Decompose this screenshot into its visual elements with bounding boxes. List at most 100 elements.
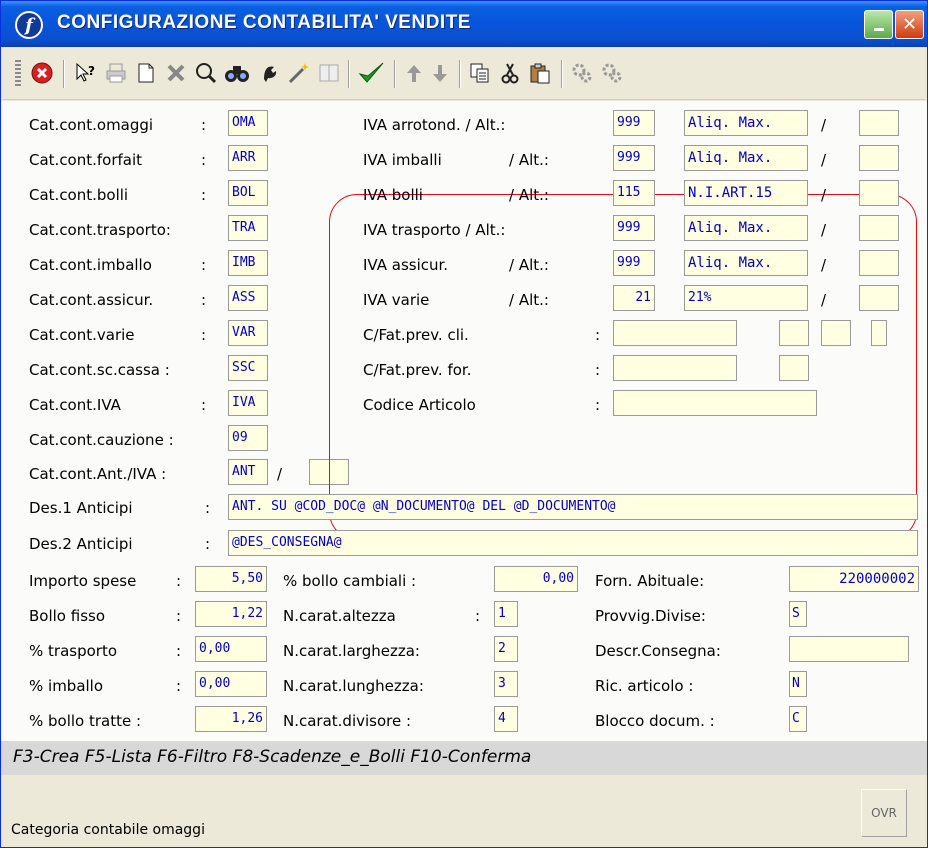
delete-icon[interactable] [163,60,189,86]
cat-imballo-field[interactable]: IMB [228,250,268,276]
imballo-pct-label: % imballo [29,677,104,695]
paste-icon[interactable] [527,60,553,86]
cat-antiva-label: Cat.cont.Ant./IVA : [29,465,167,483]
slash: / [821,151,827,169]
iva-imballi-alt[interactable] [859,145,899,171]
cat-omaggi-field[interactable]: OMA [228,110,268,136]
iva-arrotond-alt[interactable] [859,110,899,136]
iva-trasporto-desc[interactable]: Aliq. Max. [684,215,808,241]
importo-spese-label: Importo spese [29,572,137,590]
colon: : [595,326,601,344]
imballo-pct-field[interactable]: 0,00 [195,671,267,697]
iva-varie-desc[interactable]: 21% [684,285,808,311]
fatprev-cli-field-2[interactable] [779,320,809,346]
cat-trasporto-field[interactable]: TRA [228,215,268,241]
fatprev-cli-field-3[interactable] [821,320,851,346]
trasporto-pct-field[interactable]: 0,00 [195,636,267,662]
iva-varie-alt[interactable] [859,285,899,311]
iva-bolli-alt[interactable] [859,180,899,206]
cat-forfait-field[interactable]: ARR [228,145,268,171]
cat-iva-field[interactable]: IVA [228,390,268,416]
cat-assicur-field[interactable]: ASS [228,285,268,311]
minimize-button[interactable] [864,10,893,39]
des1-anticipi-field[interactable]: ANT. SU @COD_DOC@ @N_DOCUMENTO@ DEL @D_D… [228,494,918,520]
iva-assicur-alt[interactable] [859,250,899,276]
close-button[interactable]: ✕ [895,10,924,39]
zoom-icon[interactable] [193,60,219,86]
iva-trasporto-alt[interactable] [859,215,899,241]
fatprev-for-field[interactable] [613,355,737,381]
main-window: f CONFIGURAZIONE CONTABILITA' VENDITE ✕ … [0,0,928,848]
alt-label: / Alt.: [509,186,549,204]
slash: / [277,465,283,483]
fatprev-for-field-2[interactable] [779,355,809,381]
iva-bolli-code[interactable]: 115 [613,180,655,206]
confirm-icon[interactable] [356,60,386,86]
colon: : [176,642,182,660]
fatprev-for-label: C/Fat.prev. for. [363,361,472,379]
blocco-docum-field[interactable]: C [789,706,807,732]
cat-cauzione-field[interactable]: 09 [228,425,268,451]
cat-antiva-field[interactable]: ANT [228,459,268,485]
up-icon[interactable] [403,60,425,86]
colon: : [205,535,211,553]
stop-icon[interactable] [29,60,55,86]
status-bar: Categoria contabile omaggi OVR [1,775,927,847]
fatprev-cli-field-4[interactable] [871,320,887,346]
cat-varie-label: Cat.cont.varie [29,326,135,344]
iva-arrotond-code[interactable]: 999 [613,110,655,136]
iva-assicur-desc[interactable]: Aliq. Max. [684,250,808,276]
toolbar-grip-icon[interactable] [15,60,21,86]
des2-anticipi-field[interactable]: @DES_CONSEGNA@ [228,530,918,556]
copy-icon[interactable] [467,60,493,86]
slash: / [821,221,827,239]
trasporto-pct-label: % trasporto [29,642,118,660]
blocco-docum-label: Blocco docum. : [595,712,715,730]
iva-trasporto-code[interactable]: 999 [613,215,655,241]
bollo-cambiali-field[interactable]: 0,00 [494,566,578,592]
importo-spese-field[interactable]: 5,50 [195,566,267,592]
cat-sccassa-field[interactable]: SSC [228,355,268,381]
panel-icon[interactable] [316,60,342,86]
ncarat-divisore-field[interactable]: 4 [494,706,518,732]
colon: : [201,151,207,169]
ric-articolo-field[interactable]: N [789,671,807,697]
iva-bolli-desc[interactable]: N.I.ART.15 [684,180,808,206]
fatprev-cli-field[interactable] [613,320,737,346]
cat-assicur-label: Cat.cont.assicur. [29,291,154,309]
cut-icon[interactable] [497,60,523,86]
iva-imballi-desc[interactable]: Aliq. Max. [684,145,808,171]
tools-icon[interactable] [256,60,282,86]
forn-abituale-label: Forn. Abituale: [595,572,705,590]
iva-assicur-code[interactable]: 999 [613,250,655,276]
ncarat-larghezza-field[interactable]: 2 [494,636,518,662]
gears-icon[interactable] [569,60,595,86]
slash: / [821,116,827,134]
bollo-tratte-field[interactable]: 1,26 [195,706,267,732]
codice-articolo-field[interactable] [613,390,817,416]
cat-bolli-field[interactable]: BOL [228,180,268,206]
bollo-fisso-field[interactable]: 1,22 [195,601,267,627]
function-keys-bar: F3-Crea F5-Lista F6-Filtro F8-Scadenze_e… [1,741,927,775]
forn-abituale-field[interactable]: 220000002 [789,566,919,592]
iva-varie-label: IVA varie [363,291,430,309]
colon: : [475,607,481,625]
provvig-divise-field[interactable]: S [789,601,807,627]
find-icon[interactable] [223,60,251,86]
ncarat-altezza-field[interactable]: 1 [494,601,518,627]
descr-consegna-field[interactable] [789,636,909,662]
print-icon[interactable] [103,60,129,86]
down-icon[interactable] [429,60,451,86]
ncarat-lunghezza-field[interactable]: 3 [494,671,518,697]
bollo-fisso-label: Bollo fisso [29,607,106,625]
new-icon[interactable] [133,60,159,86]
gears2-icon[interactable] [599,60,625,86]
alt-label: / Alt.: [509,256,549,274]
iva-imballi-code[interactable]: 999 [613,145,655,171]
help-icon[interactable]: ? [73,60,99,86]
cat-varie-field[interactable]: VAR [228,320,268,346]
wand-icon[interactable] [286,60,312,86]
iva-varie-code[interactable]: 21 [613,285,655,311]
alt-label: / Alt.: [509,151,549,169]
iva-arrotond-desc[interactable]: Aliq. Max. [684,110,808,136]
